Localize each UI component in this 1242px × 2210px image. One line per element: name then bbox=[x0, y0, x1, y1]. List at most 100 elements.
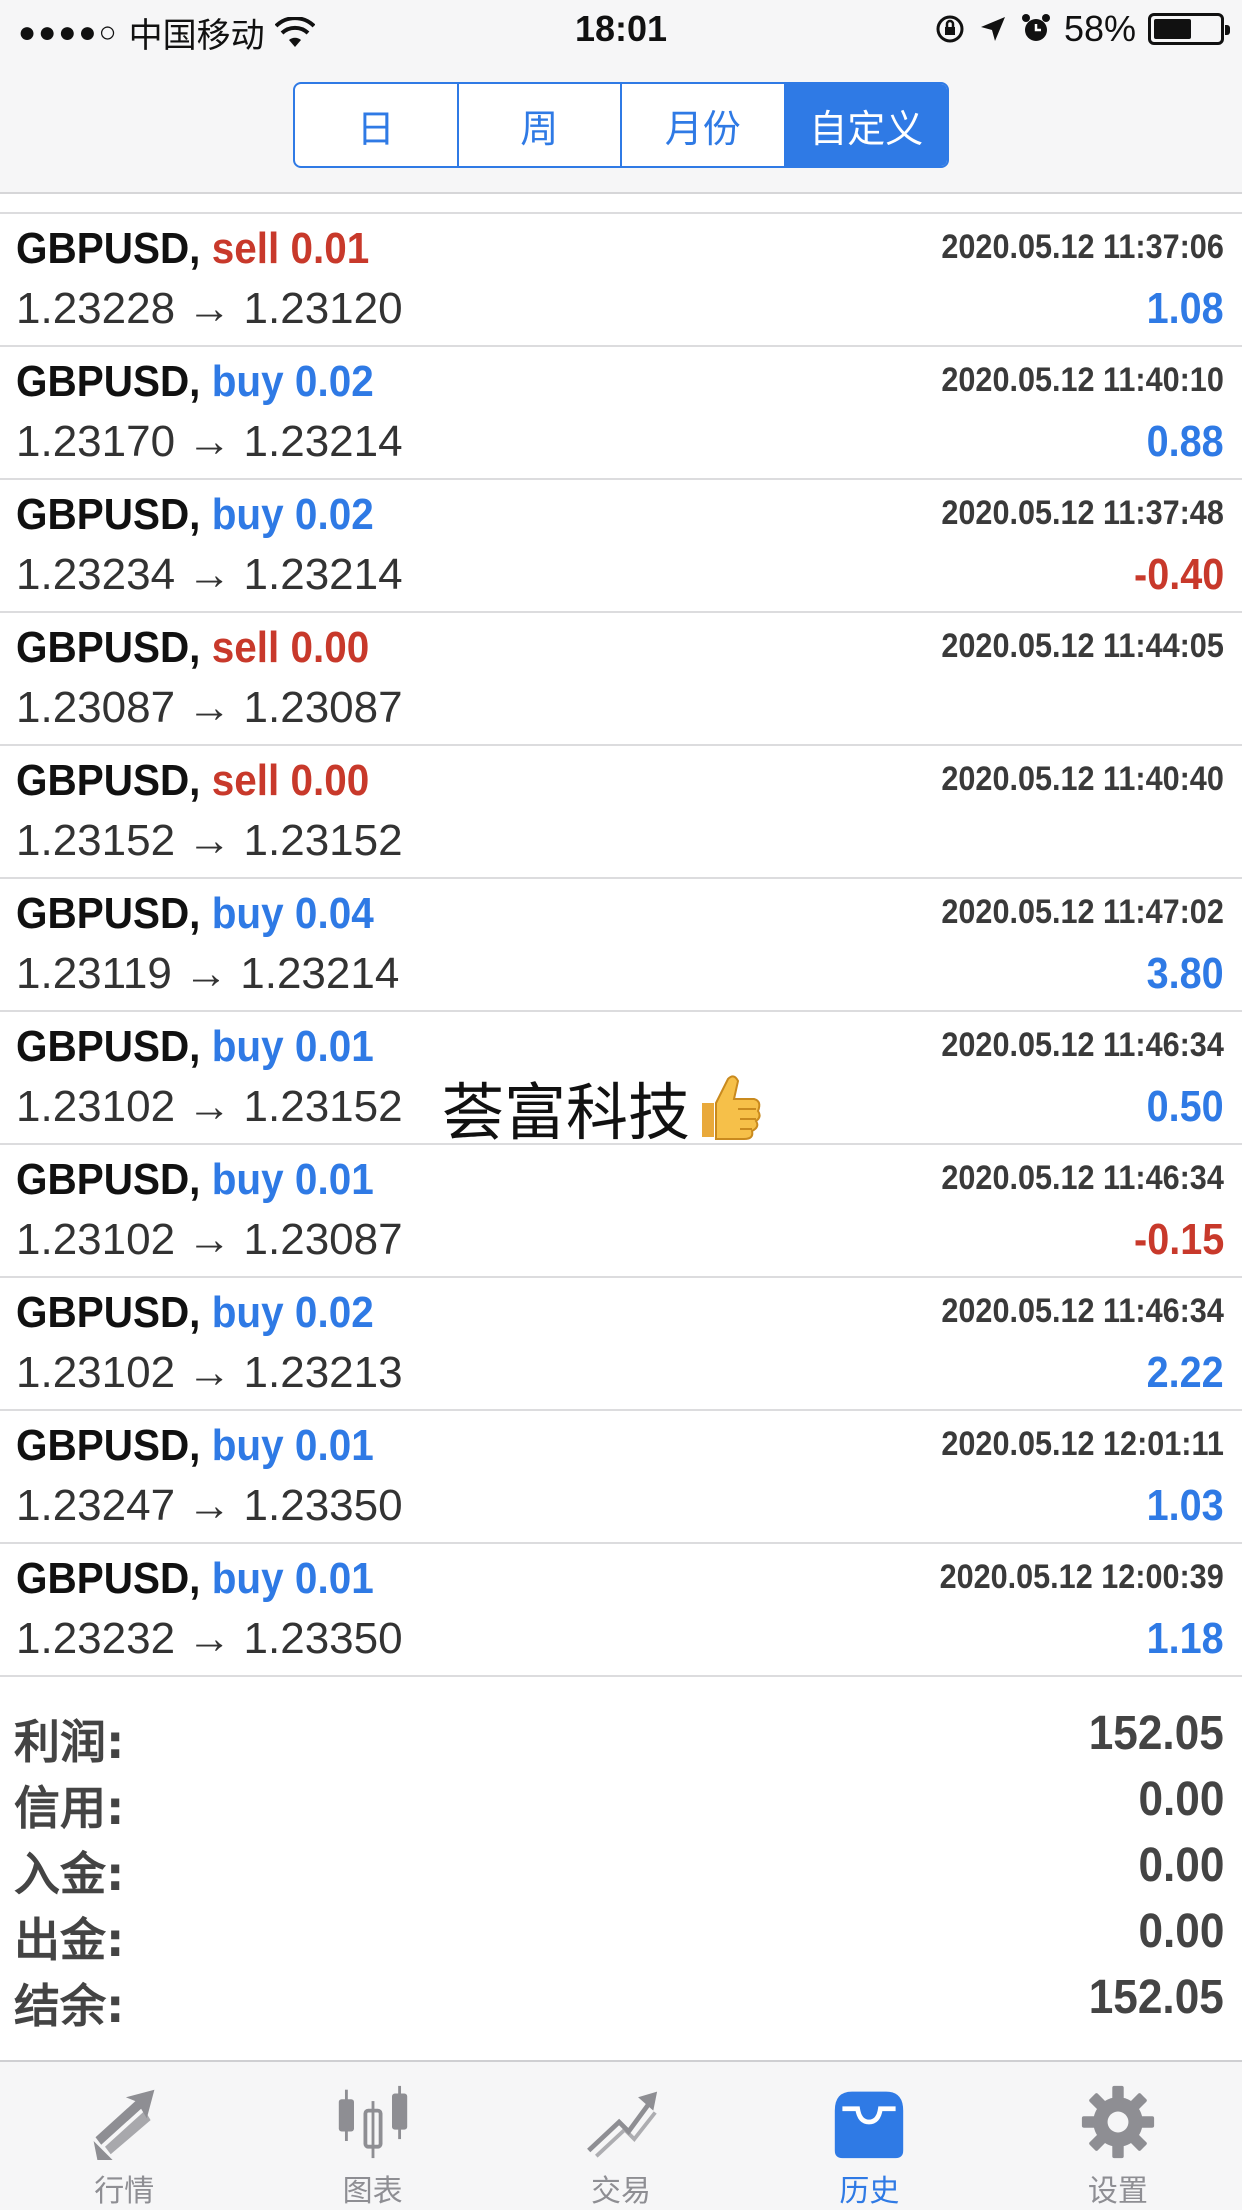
deal-volume: 0.01 bbox=[294, 1022, 374, 1071]
deal-close-price: 1.23214 bbox=[243, 417, 403, 466]
deal-symbol: GBPUSD, bbox=[16, 1421, 201, 1470]
status-bar: ●●●●○ 中国移动 18:01 58% bbox=[0, 0, 1242, 62]
segment-week[interactable]: 周 bbox=[459, 84, 622, 166]
deal-open-price: 1.23087 bbox=[16, 683, 176, 732]
tab-history-label: 历史 bbox=[839, 2174, 900, 2209]
summary-row: 入金: 0.00 bbox=[0, 1832, 1242, 1901]
deal-time: 2020.05.12 11:46:34 bbox=[941, 1026, 1224, 1064]
deal-open-price: 1.23102 bbox=[16, 1348, 176, 1397]
summary-row: 出金: 0.00 bbox=[0, 1898, 1242, 1967]
status-right: 58% bbox=[934, 8, 1230, 50]
deal-volume: 0.02 bbox=[294, 357, 374, 406]
deal-profit: 1.18 bbox=[1146, 1614, 1224, 1663]
deal-volume: 0.04 bbox=[294, 889, 374, 938]
deal-row[interactable]: GBPUSD, buy 0.02 2020.05.12 11:40:10 1.231… bbox=[0, 347, 1242, 480]
deal-prices: 1.23087 → 1.23087 bbox=[16, 683, 403, 733]
summary-label: 利润: bbox=[14, 1715, 125, 1769]
partially-scrolled-row[interactable] bbox=[0, 192, 1242, 214]
deal-profit: 2.22 bbox=[1146, 1348, 1224, 1397]
deal-symbol-line: GBPUSD, sell 0.00 bbox=[16, 623, 369, 673]
deal-prices: 1.23228 → 1.23120 bbox=[16, 284, 403, 334]
deal-volume: 0.01 bbox=[294, 1421, 374, 1470]
deal-prices: 1.23234 → 1.23214 bbox=[16, 550, 403, 600]
arrow-right-icon: → bbox=[187, 683, 232, 732]
deal-row[interactable]: GBPUSD, sell 0.00 2020.05.12 11:44:05 1.23… bbox=[0, 613, 1242, 746]
deal-open-price: 1.23234 bbox=[16, 550, 176, 599]
summary-value: 0.00 bbox=[1138, 1839, 1224, 1892]
deal-open-price: 1.23152 bbox=[16, 816, 176, 865]
arrow-right-icon: → bbox=[187, 1614, 232, 1663]
deal-time: 2020.05.12 11:47:02 bbox=[941, 893, 1224, 931]
segment-custom[interactable]: 自定义 bbox=[785, 84, 947, 166]
deal-close-price: 1.23214 bbox=[240, 949, 400, 998]
deal-volume: 0.01 bbox=[290, 224, 370, 273]
tab-quotes[interactable]: 行情 bbox=[0, 2062, 248, 2210]
deal-symbol-line: GBPUSD, buy 0.02 bbox=[16, 490, 374, 540]
deal-prices: 1.23102 → 1.23152 bbox=[16, 1082, 403, 1132]
deal-prices: 1.23170 → 1.23214 bbox=[16, 417, 403, 467]
deal-time: 2020.05.12 11:46:34 bbox=[941, 1292, 1224, 1330]
deal-volume: 0.00 bbox=[290, 756, 370, 805]
settings-icon bbox=[1081, 2085, 1154, 2159]
summary-row: 结余: 152.05 bbox=[0, 1964, 1242, 2033]
deal-volume: 0.00 bbox=[290, 623, 370, 672]
deal-symbol: GBPUSD, bbox=[16, 1554, 201, 1603]
deal-symbol-line: GBPUSD, buy 0.01 bbox=[16, 1421, 374, 1471]
tab-chart[interactable]: 图表 bbox=[248, 2062, 496, 2210]
deal-close-price: 1.23214 bbox=[243, 550, 403, 599]
deal-profit: 0.50 bbox=[1146, 1082, 1224, 1131]
summary-row: 利润: 152.05 bbox=[0, 1700, 1242, 1769]
segment-month[interactable]: 月份 bbox=[622, 84, 786, 166]
deal-volume: 0.02 bbox=[294, 490, 374, 539]
deal-type: sell bbox=[211, 224, 280, 273]
summary-label: 信用: bbox=[14, 1781, 125, 1835]
deal-type: buy bbox=[211, 1155, 284, 1204]
tab-history[interactable]: 历史 bbox=[745, 2062, 993, 2210]
deal-type: sell bbox=[211, 623, 280, 672]
arrow-right-icon: → bbox=[187, 417, 232, 466]
deal-row[interactable]: GBPUSD, buy 0.01 2020.05.12 12:00:39 1.232… bbox=[0, 1544, 1242, 1677]
tab-trade[interactable]: 交易 bbox=[497, 2062, 745, 2210]
deal-row[interactable]: GBPUSD, buy 0.02 2020.05.12 11:46:34 1.231… bbox=[0, 1278, 1242, 1411]
history-list[interactable]: GBPUSD, sell 0.01 2020.05.12 11:37:06 1.23… bbox=[0, 192, 1242, 1677]
deal-prices: 1.23232 → 1.23350 bbox=[16, 1614, 403, 1664]
deal-row[interactable]: GBPUSD, sell 0.01 2020.05.12 11:37:06 1.23… bbox=[0, 214, 1242, 347]
quotes-icon bbox=[93, 2089, 155, 2160]
tab-chart-label: 图表 bbox=[342, 2174, 403, 2209]
account-summary: 利润: 152.05 信用: 0.00 入金: 0.00 出金: 0.00 结余: 152.05 bbox=[0, 1700, 1242, 2033]
deal-row[interactable]: GBPUSD, buy 0.04 2020.05.12 11:47:02 1.231… bbox=[0, 879, 1242, 1012]
arrow-right-icon: → bbox=[187, 1082, 232, 1131]
deal-open-price: 1.23247 bbox=[16, 1481, 176, 1530]
deal-symbol: GBPUSD, bbox=[16, 1022, 201, 1071]
deal-open-price: 1.23102 bbox=[16, 1215, 176, 1264]
arrow-right-icon: → bbox=[187, 550, 232, 599]
deal-time: 2020.05.12 11:44:05 bbox=[941, 627, 1224, 665]
deal-open-price: 1.23170 bbox=[16, 417, 176, 466]
deal-symbol: GBPUSD, bbox=[16, 756, 201, 805]
deal-symbol-line: GBPUSD, buy 0.01 bbox=[16, 1155, 374, 1205]
deal-row[interactable]: GBPUSD, buy 0.01 2020.05.12 11:46:34 1.231… bbox=[0, 1145, 1242, 1278]
deal-profit: -0.15 bbox=[1133, 1215, 1224, 1264]
deal-time: 2020.05.12 11:46:34 bbox=[941, 1159, 1224, 1197]
arrow-right-icon: → bbox=[184, 949, 229, 998]
summary-row: 信用: 0.00 bbox=[0, 1766, 1242, 1835]
segment-day[interactable]: 日 bbox=[295, 84, 459, 166]
deal-row[interactable]: GBPUSD, sell 0.00 2020.05.12 11:40:40 1.23… bbox=[0, 746, 1242, 879]
deal-symbol: GBPUSD, bbox=[16, 1155, 201, 1204]
deal-close-price: 1.23152 bbox=[243, 1082, 403, 1131]
deal-row[interactable]: GBPUSD, buy 0.01 2020.05.12 12:01:11 1.232… bbox=[0, 1411, 1242, 1544]
deal-type: buy bbox=[211, 1022, 284, 1071]
deal-symbol: GBPUSD, bbox=[16, 623, 201, 672]
deal-prices: 1.23119 → 1.23214 bbox=[16, 949, 399, 999]
deal-row[interactable]: GBPUSD, buy 0.02 2020.05.12 11:37:48 1.232… bbox=[0, 480, 1242, 613]
summary-value: 0.00 bbox=[1138, 1773, 1224, 1826]
tab-bar: 行情 图表 交易 历史 设置 bbox=[0, 2060, 1242, 2210]
battery-tip bbox=[1225, 25, 1230, 35]
deal-type: buy bbox=[211, 490, 284, 539]
deal-type: buy bbox=[211, 357, 284, 406]
deal-profit: 0.88 bbox=[1146, 417, 1224, 466]
deal-symbol-line: GBPUSD, buy 0.02 bbox=[16, 357, 374, 407]
tab-settings[interactable]: 设置 bbox=[994, 2062, 1242, 2210]
deal-type: buy bbox=[211, 1554, 284, 1603]
tab-settings-label: 设置 bbox=[1087, 2174, 1148, 2209]
